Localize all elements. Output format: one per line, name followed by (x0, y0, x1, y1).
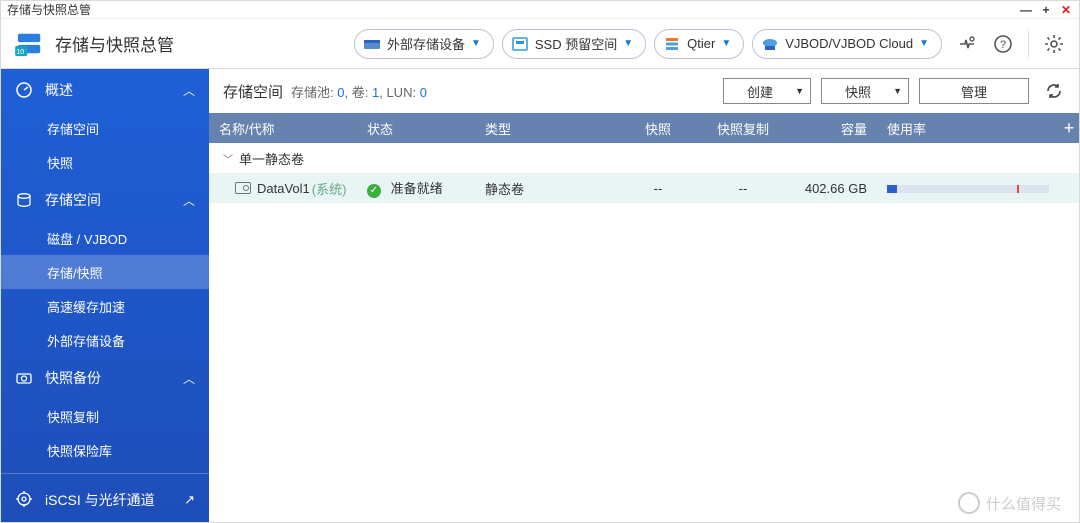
window-close-button[interactable]: ✕ (1059, 3, 1073, 17)
col-name: 名称/代称 (209, 119, 357, 138)
svg-text:10: 10 (16, 47, 24, 56)
help-icon[interactable]: ? (992, 33, 1014, 55)
svg-text:?: ? (1000, 39, 1006, 51)
dashboard-icon (15, 81, 35, 99)
manage-button[interactable]: 管理 (919, 78, 1029, 104)
content-header: 存储空间 存储池: 0, 卷: 1, LUN: 0 创建 快照 管理 (209, 69, 1079, 113)
drive-icon (363, 35, 381, 53)
usage-bar (887, 185, 1049, 193)
collapse-icon: ﹀ (223, 151, 233, 166)
volume-usage (877, 183, 1049, 193)
volume-snapshot: -- (613, 181, 693, 196)
volume-name: DataVol1 (257, 181, 310, 196)
sidebar-link-iscsi[interactable]: iSCSI 与光纤通道 ↗ (1, 480, 209, 520)
vjbod-cloud-dropdown[interactable]: VJBOD/VJBOD Cloud ▼ (752, 29, 942, 59)
target-icon (15, 490, 35, 511)
external-link-icon: ↗ (184, 492, 195, 508)
sidebar-group-overview[interactable]: 概述 ︿ (1, 69, 209, 111)
status-ok-icon: ✓ (367, 184, 381, 198)
col-snapshot: 快照 (613, 119, 693, 138)
app-icon: 10 (15, 31, 45, 57)
caret-down-icon: ▼ (721, 38, 731, 49)
sidebar-item-snapshot-overview[interactable]: 快照 (1, 145, 209, 179)
window-minimize-button[interactable]: — (1019, 3, 1033, 17)
app-title: 存储与快照总管 (55, 31, 174, 56)
caret-down-icon: ▼ (471, 38, 481, 49)
window-titlebar: 存储与快照总管 — + ✕ (1, 1, 1079, 19)
sidebar: 概述 ︿ 存储空间 快照 存储空间 ︿ 磁盘 / VJBOD 存储/快照 高速缓… (1, 69, 209, 522)
table-header: 名称/代称 状态 类型 快照 快照复制 容量 使用率 + (209, 113, 1079, 143)
disks-icon (15, 191, 35, 209)
chevron-up-icon: ︿ (183, 82, 195, 99)
ssd-icon (511, 35, 529, 53)
sidebar-item-snapshot-replica[interactable]: 快照复制 (1, 399, 209, 433)
create-button[interactable]: 创建 (723, 78, 811, 104)
content-meta: 存储池: 0, 卷: 1, LUN: 0 (291, 82, 427, 101)
volume-type: 静态卷 (475, 179, 613, 198)
sidebar-item-cache-accel[interactable]: 高速缓存加速 (1, 289, 209, 323)
sidebar-divider (1, 473, 209, 474)
col-replication: 快照复制 (693, 119, 783, 138)
col-usage: 使用率 (877, 119, 1049, 138)
col-capacity: 容量 (783, 119, 877, 138)
refresh-icon[interactable] (1043, 80, 1065, 102)
sidebar-item-disks-vjbod[interactable]: 磁盘 / VJBOD (1, 221, 209, 255)
volume-system-tag: (系统) (312, 179, 347, 198)
app-toolbar: 10 存储与快照总管 外部存储设备 ▼ SSD 预留空间 ▼ Qtier ▼ V… (1, 19, 1079, 69)
main-panel: 存储空间 存储池: 0, 卷: 1, LUN: 0 创建 快照 管理 名称/代称… (209, 69, 1079, 522)
cloud-disk-icon (761, 35, 779, 53)
sidebar-group-snapshot-backup[interactable]: 快照备份 ︿ (1, 357, 209, 399)
sidebar-link-hybridmount[interactable]: HybridMount ↗ (1, 520, 209, 522)
sidebar-group-storage[interactable]: 存储空间 ︿ (1, 179, 209, 221)
volume-group-row[interactable]: ﹀ 单一静态卷 (209, 143, 1079, 173)
qtier-dropdown[interactable]: Qtier ▼ (654, 29, 744, 59)
sidebar-item-storage-snapshot[interactable]: 存储/快照 (1, 255, 209, 289)
add-column-button[interactable]: + (1049, 118, 1079, 139)
sidebar-item-external-storage[interactable]: 外部存储设备 (1, 323, 209, 357)
sidebar-item-snapshot-vault[interactable]: 快照保险库 (1, 433, 209, 467)
caret-down-icon: ▼ (919, 38, 929, 49)
volume-icon (235, 182, 251, 194)
chevron-up-icon: ︿ (183, 192, 195, 209)
diagnostic-icon[interactable] (956, 33, 978, 55)
snapshot-button[interactable]: 快照 (821, 78, 909, 104)
volume-replication: -- (693, 181, 783, 196)
col-status: 状态 (357, 119, 475, 138)
ssd-overprovision-dropdown[interactable]: SSD 预留空间 ▼ (502, 29, 646, 59)
caret-down-icon: ▼ (623, 38, 633, 49)
chevron-up-icon: ︿ (183, 370, 195, 387)
window-maximize-button[interactable]: + (1039, 3, 1053, 17)
col-type: 类型 (475, 119, 613, 138)
content-title: 存储空间 (223, 81, 283, 102)
sidebar-item-storage-overview[interactable]: 存储空间 (1, 111, 209, 145)
window-title: 存储与快照总管 (7, 1, 91, 18)
settings-gear-icon[interactable] (1043, 33, 1065, 55)
external-storage-dropdown[interactable]: 外部存储设备 ▼ (354, 29, 494, 59)
volume-row[interactable]: DataVol1 (系统) ✓ 准备就绪 静态卷 -- -- 402.66 GB (209, 173, 1079, 203)
status-text: 准备就绪 (391, 181, 443, 196)
camera-icon (15, 369, 35, 387)
volume-capacity: 402.66 GB (783, 181, 877, 196)
qtier-icon (663, 35, 681, 53)
